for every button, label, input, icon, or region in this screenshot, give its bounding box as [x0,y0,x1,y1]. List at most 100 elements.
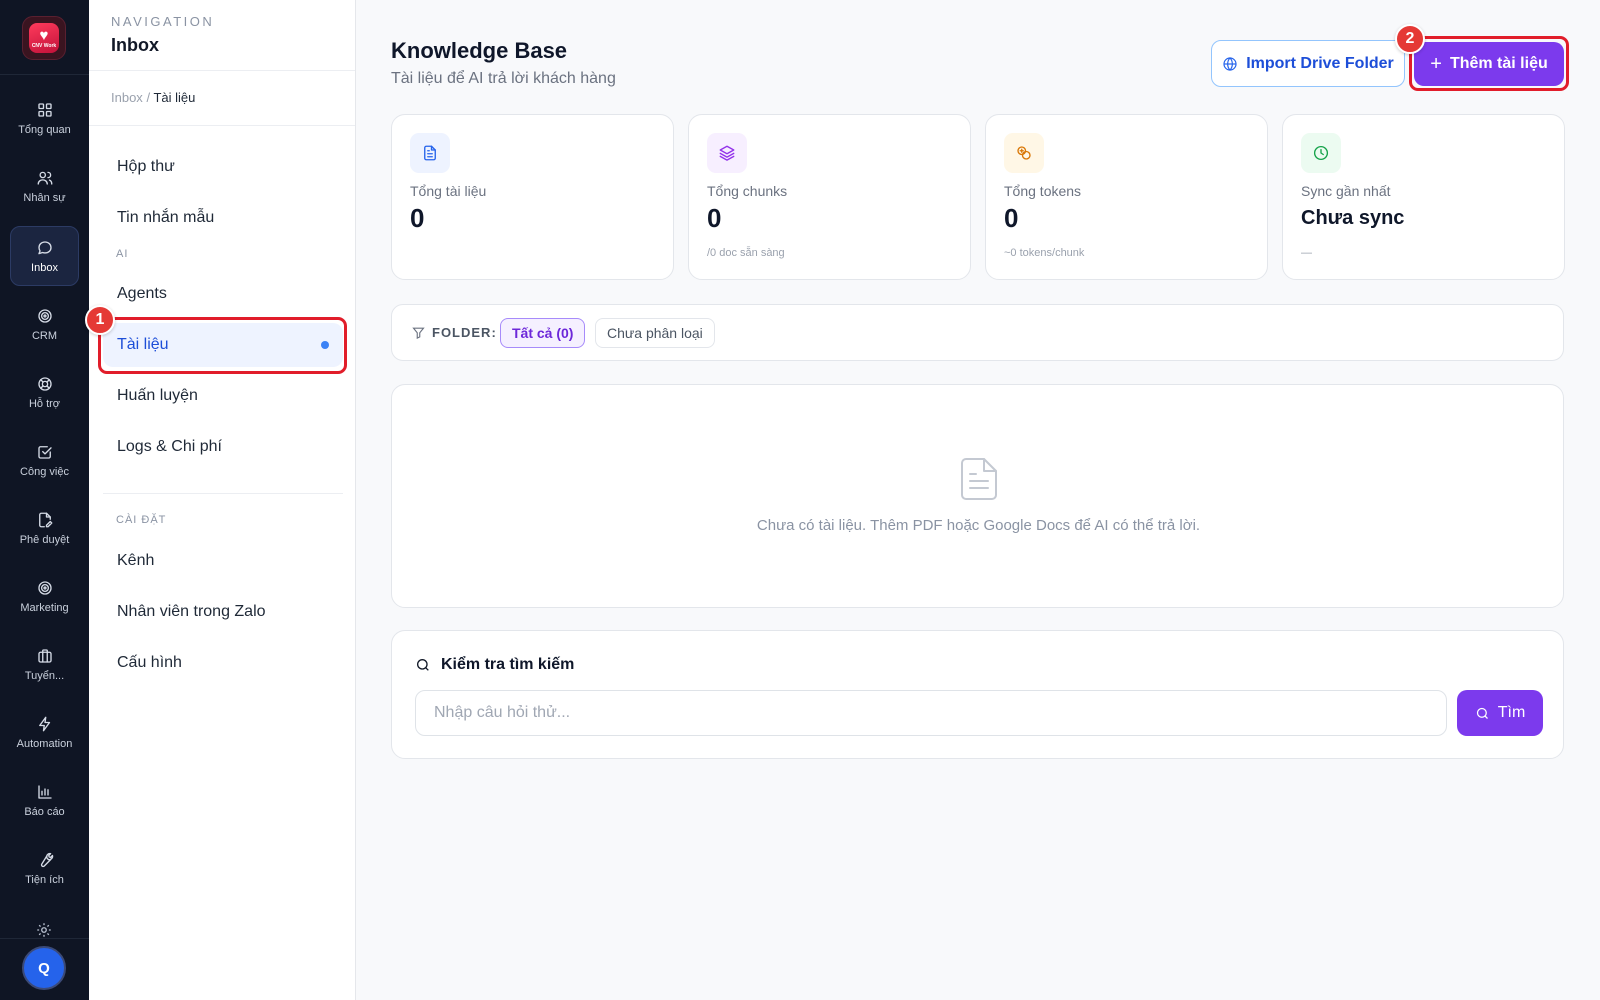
rail-item-label: CRM [31,329,58,342]
folder-chip-all[interactable]: Tất cả (0) [500,318,586,348]
target-icon [37,308,52,323]
stat-label: Tổng tokens [1004,183,1082,199]
import-button-label: Import Drive Folder [1246,54,1394,72]
search-icon [417,659,429,671]
breadcrumb-parent[interactable]: Inbox [111,90,143,105]
nav-item-tin-nhan-mau[interactable]: Tin nhắn mẫu [103,196,343,240]
nav-item-label: Hộp thư [117,158,175,175]
stat-label: Tổng tài liệu [410,183,487,199]
page-subtitle: Tài liệu để AI trả lời khách hàng [391,70,616,87]
chat-icon [37,240,52,254]
search-button[interactable]: Tìm [1457,690,1543,736]
rail-item-label: Marketing [20,601,69,614]
app-logo-mark: ♥ CNV Work [29,23,59,53]
stat-value: 0 [707,203,722,233]
rail-item-label: Báo cáo [24,805,65,818]
stat-card-tong-chunks: Tổng chunks 0 /0 doc sẵn sàng [688,114,971,280]
rail-item-label: Nhân sự [23,191,66,204]
documents-empty-state: Chưa có tài liệu. Thêm PDF hoặc Google D… [391,384,1564,608]
nav-item-agents[interactable]: Agents [103,272,343,316]
rail-item-phe-duyet[interactable]: Phê duyệt [10,498,79,558]
rail-item-tuyen-dung[interactable]: Tuyển... [10,634,79,694]
stat-value: 0 [410,203,425,233]
nav-section-settings: CÀI ĐẶT [116,514,167,526]
folder-chip-uncategorized[interactable]: Chưa phân loại [595,318,715,348]
nav-item-logs-chi-phi[interactable]: Logs & Chi phí [103,425,343,469]
stat-card-tong-tai-lieu: Tổng tài liệu 0 [391,114,674,280]
import-drive-folder-button[interactable]: Import Drive Folder [1211,40,1405,87]
rail-item-label: Công việc [20,465,69,478]
rail-item-inbox[interactable]: Inbox [10,226,79,286]
rail-item-label: Phê duyệt [19,533,70,546]
bar-chart-icon [37,784,52,799]
page-title: Knowledge Base [391,38,568,63]
rail-item-label: Automation [16,737,73,750]
plus-icon: + [1430,53,1442,75]
active-indicator-dot [321,341,329,349]
lifebuoy-icon [37,376,52,391]
search-test-title: Kiểm tra tìm kiếm [441,656,575,673]
breadcrumb-current: Tài liệu [153,90,196,105]
coins-icon [1004,133,1044,173]
stat-value: Chưa sync [1301,207,1405,229]
nav-item-cau-hinh[interactable]: Cấu hình [103,641,343,685]
nav-item-label: Tin nhắn mẫu [117,209,215,226]
layers-icon [707,133,747,173]
rail-item-tien-ich[interactable]: Tiện ích [10,838,79,898]
rail-item-nhan-su[interactable]: Nhân sự [10,156,79,216]
nav-item-label: Cấu hình [117,654,182,671]
search-test-input[interactable] [415,690,1447,736]
search-button-label: Tìm [1497,704,1526,721]
search-test-card: Kiểm tra tìm kiếm Tìm [391,630,1564,759]
rail-item-automation[interactable]: Automation [10,702,79,762]
rail-item-ho-tro[interactable]: Hỗ trợ [10,362,79,422]
check-square-icon [37,445,52,459]
avatar[interactable]: Q [22,946,66,990]
grid-icon [37,102,52,117]
stat-value: 0 [1004,203,1019,233]
breadcrumb-separator: / [146,90,151,105]
wrench-icon [40,852,53,867]
document-icon [410,133,450,173]
globe-icon [1223,56,1237,71]
nav-item-hop-thu[interactable]: Hộp thư [103,145,343,189]
stat-note: ~0 tokens/chunk [1004,247,1085,259]
gear-icon[interactable] [35,921,53,939]
rail-item-label: Inbox [31,261,58,274]
rail-item-label: Tổng quan [18,123,71,136]
nav-section-ai: AI [116,248,129,260]
bolt-icon [38,716,50,731]
clock-icon [1301,133,1341,173]
users-icon [37,171,52,185]
rail-item-crm[interactable]: CRM [10,294,79,354]
nav-title: Inbox [111,35,159,55]
stat-label: Tổng chunks [707,183,788,199]
app-logo[interactable]: ♥ CNV Work [22,16,66,60]
heart-icon: ♥ [39,26,49,44]
nav-item-huan-luyen[interactable]: Huấn luyện [103,374,343,418]
stat-note: — [1301,247,1312,259]
nav-item-label: Nhân viên trong Zalo [117,603,266,620]
nav-item-nhan-vien-zalo[interactable]: Nhân viên trong Zalo [103,590,343,634]
rail-item-label: Hỗ trợ [28,397,61,410]
nav-caption: NAVIGATION [111,14,215,29]
rail-item-bao-cao[interactable]: Báo cáo [10,770,79,830]
rail-item-tong-quan[interactable]: Tổng quan [10,88,79,148]
nav-item-kenh[interactable]: Kênh [103,539,343,583]
empty-state-message: Chưa có tài liệu. Thêm PDF hoặc Google D… [756,517,1201,534]
step-badge-2: 2 [1395,24,1425,54]
filter-icon [411,325,426,340]
search-test-header: Kiểm tra tìm kiếm [415,656,574,674]
rail-divider [0,74,89,75]
nav-item-label: Huấn luyện [117,387,198,404]
add-button-label: Thêm tài liệu [1449,55,1548,72]
rail-item-marketing[interactable]: Marketing [10,566,79,626]
rail-item-cong-viec[interactable]: Công việc [10,430,79,490]
briefcase-icon [37,648,52,663]
file-sign-icon [38,512,52,527]
stat-note: /0 doc sẵn sàng [707,247,785,259]
add-document-button[interactable]: + Thêm tài liệu [1414,42,1564,86]
nav-item-tai-lieu[interactable]: Tài liệu [103,323,343,367]
secondary-nav-header: NAVIGATION Inbox [89,0,355,71]
search-icon [1476,707,1488,719]
